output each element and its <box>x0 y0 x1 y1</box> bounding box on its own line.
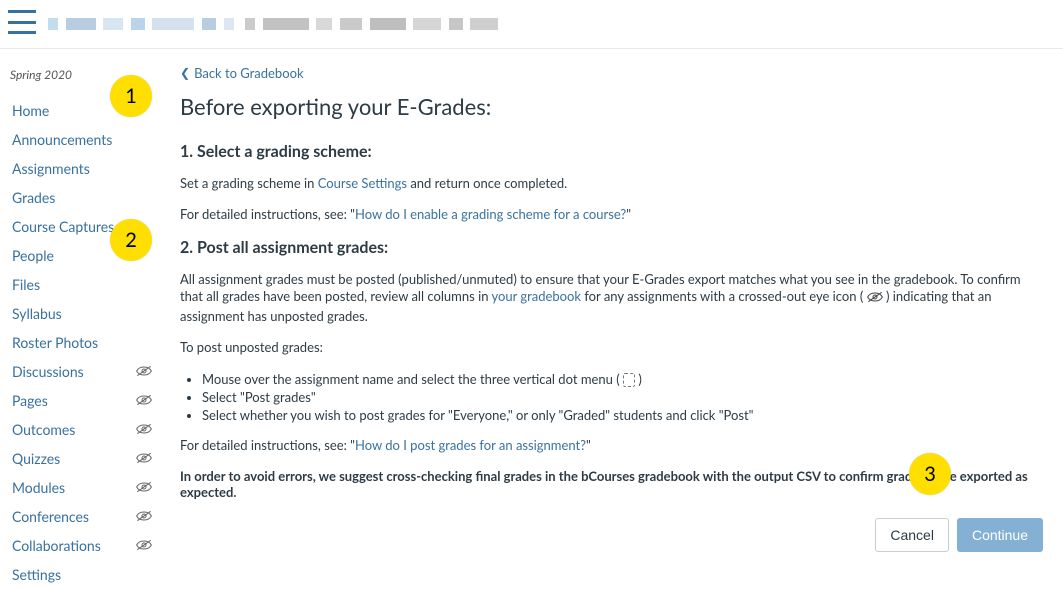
list-item: Select whether you wish to post grades f… <box>202 407 1043 423</box>
sidebar-item-settings[interactable]: Settings <box>10 560 160 589</box>
enable-grading-scheme-help-link[interactable]: How do I enable a grading scheme for a c… <box>355 206 626 222</box>
sidebar-item-home[interactable]: Home <box>10 96 160 125</box>
action-bar: Cancel Continue <box>180 518 1043 552</box>
cross-check-note: In order to avoid errors, we suggest cro… <box>180 468 1043 500</box>
back-to-gradebook-link[interactable]: ❮ Back to Gradebook <box>180 65 304 81</box>
sidebar-item-files[interactable]: Files <box>10 270 160 299</box>
post-grades-steps-list: Mouse over the assignment name and selec… <box>180 371 1043 423</box>
sidebar-item-course-captures[interactable]: Course Captures <box>10 212 160 241</box>
sidebar-item-assignments[interactable]: Assignments <box>10 154 160 183</box>
sidebar-item-announcements[interactable]: Announcements <box>10 125 160 154</box>
page-title: Before exporting your E-Grades: <box>180 93 1043 120</box>
section-1-heading: 1. Select a grading scheme: <box>180 142 1043 161</box>
page-layout: Spring 2020 Home Announcements Assignmen… <box>0 49 1063 589</box>
hidden-eye-icon <box>136 537 152 554</box>
cancel-button[interactable]: Cancel <box>875 518 949 552</box>
course-sidebar: Spring 2020 Home Announcements Assignmen… <box>0 49 160 589</box>
hidden-eye-icon <box>136 479 152 496</box>
sidebar-item-pages[interactable]: Pages <box>10 386 160 415</box>
sidebar-item-quizzes[interactable]: Quizzes <box>10 444 160 473</box>
sidebar-item-syllabus[interactable]: Syllabus <box>10 299 160 328</box>
hidden-eye-icon <box>136 363 152 380</box>
hidden-eye-icon <box>136 450 152 467</box>
sidebar-item-collaborations[interactable]: Collaborations <box>10 531 160 560</box>
topbar <box>0 0 1063 49</box>
section-2-text-1: All assignment grades must be posted (pu… <box>180 271 1043 326</box>
hidden-eye-icon <box>136 421 152 438</box>
list-item: Select "Post grades" <box>202 389 1043 405</box>
sidebar-item-grades[interactable]: Grades <box>10 183 160 212</box>
breadcrumb <box>48 14 502 31</box>
sidebar-item-people[interactable]: People <box>10 241 160 270</box>
main-content: 1 2 3 ❮ Back to Gradebook Before exporti… <box>160 49 1063 572</box>
section-1-text-2: For detailed instructions, see: "How do … <box>180 206 1043 224</box>
section-2-heading: 2. Post all assignment grades: <box>180 238 1043 257</box>
hidden-eye-icon <box>136 508 152 525</box>
continue-button[interactable]: Continue <box>957 518 1043 552</box>
section-2-text-3: For detailed instructions, see: "How do … <box>180 437 1043 455</box>
course-settings-link[interactable]: Course Settings <box>318 175 407 191</box>
chevron-left-icon: ❮ <box>180 65 190 80</box>
hidden-eye-icon <box>136 392 152 409</box>
crossed-eye-icon <box>867 290 883 308</box>
section-1-text-1: Set a grading scheme in Course Settings … <box>180 175 1043 193</box>
term-label: Spring 2020 <box>10 67 160 82</box>
post-grades-help-link[interactable]: How do I post grades for an assignment? <box>355 437 586 453</box>
kebab-menu-icon <box>623 373 635 387</box>
section-2-text-2: To post unposted grades: <box>180 339 1043 357</box>
sidebar-item-modules[interactable]: Modules <box>10 473 160 502</box>
sidebar-item-outcomes[interactable]: Outcomes <box>10 415 160 444</box>
list-item: Mouse over the assignment name and selec… <box>202 371 1043 387</box>
sidebar-item-conferences[interactable]: Conferences <box>10 502 160 531</box>
sidebar-item-discussions[interactable]: Discussions <box>10 357 160 386</box>
hamburger-menu-button[interactable] <box>8 10 36 34</box>
sidebar-item-roster-photos[interactable]: Roster Photos <box>10 328 160 357</box>
your-gradebook-link[interactable]: your gradebook <box>491 288 581 304</box>
